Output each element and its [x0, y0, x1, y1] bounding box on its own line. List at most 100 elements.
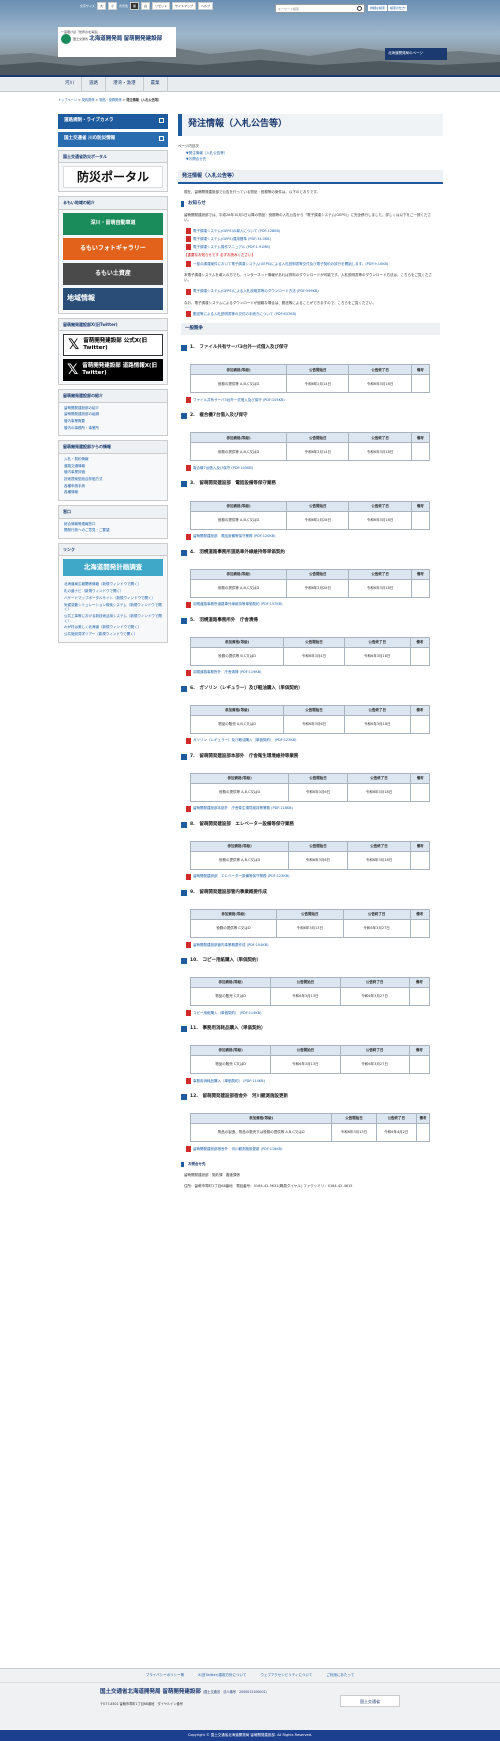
site-logo[interactable]: 一度覗けば「世界の北海道」 国土交通省 北海道開発局 留萌開発建設部	[58, 27, 176, 57]
table-header: 参加資格(等級)	[189, 772, 290, 784]
table-header: 公告終了日	[348, 568, 412, 580]
pdf-icon	[186, 737, 191, 744]
info-link[interactable]: 道路交通情報	[64, 464, 162, 469]
intro-link[interactable]: 管内の事務所・事業所	[64, 426, 162, 431]
tender-title: 9. 留萌開発建設部管内事業概要作成	[181, 890, 440, 896]
nav-item-road[interactable]: 道路	[82, 77, 106, 91]
pdf-link[interactable]: 電子調達システム(GEPS)運用基準 (PDF:34.0KB)	[186, 236, 435, 243]
pdf-link[interactable]: コピー用紙購入（単価契約） (PDF:114KB)	[186, 1009, 435, 1016]
intro-link[interactable]: 管内事業概要	[64, 419, 162, 424]
table-row: 役務の提供等 A,B,C又はD 令和6年2月14日 令和6年3月18日	[189, 374, 431, 394]
table-header: 公告終了日	[339, 1045, 410, 1056]
window-link[interactable]: 総合情報等連報窓口	[64, 522, 162, 527]
bousai-portal-banner[interactable]: 防災ポータル	[63, 166, 163, 189]
table-cell-note	[416, 1123, 430, 1143]
footer-link[interactable]: プライバシーポリシー等	[146, 1673, 184, 1678]
expressway-banner[interactable]: 深川・留萌自動車道	[63, 212, 163, 235]
intro-link[interactable]: 留萌開発建設部の紹介	[64, 406, 162, 411]
info-link[interactable]: 各種情報	[64, 490, 162, 495]
bg-white-button[interactable]: 白	[140, 2, 150, 11]
pdf-link[interactable]: 留萌開発建設部 電話設備等保守業務 (PDF:120KB)	[186, 533, 435, 540]
window-link[interactable]: 開発行政へのご意見・ご要望	[64, 528, 162, 533]
pdf-link-label: 羽幌道路事務所外 庁舎清掃 (PDF:119KB)	[193, 670, 262, 675]
pdf-link[interactable]: 郵送等による入札説明書等の交付の手続きについて (PDF:637KB)	[186, 311, 435, 318]
footer-link[interactable]: X(旧Twitter)運用方針について	[198, 1673, 246, 1678]
region-box: るもい地域の紹介 深川・留萌自動車道 るもいフォトギャラリー るもい土資産 地域…	[58, 196, 168, 314]
sitemap-link[interactable]: サイトマップ	[172, 2, 197, 11]
table-header: 備考	[410, 432, 431, 444]
pdf-link[interactable]: 電子調達システム(GEPS)による入札説明書等のダウンロード方法 (PDF:59…	[186, 288, 435, 295]
table-header: 参加資格(等級)	[189, 704, 285, 716]
help-link[interactable]: ヘルプ	[198, 2, 214, 11]
external-link[interactable]: 公共施設見学ツアー（新規ウィンドウで開く）	[64, 632, 162, 637]
info-link[interactable]: 各種申請手続	[64, 484, 162, 489]
pdf-icon	[186, 1146, 191, 1153]
pdf-link[interactable]: 留萌開発建設部 エレベーター設備等保守業務 (PDF:123KB)	[186, 873, 435, 880]
font-large-button[interactable]: 大	[96, 2, 106, 11]
river-disaster-button[interactable]: 国土交通省 川の防災情報	[58, 132, 168, 147]
toc-link[interactable]: ▼ 発注情報（入札公告等）	[186, 151, 435, 156]
info-link[interactable]: 入札・契約情報	[64, 457, 162, 462]
pdf-link-label: 郵送等による入札説明書等の交付の手続きについて (PDF:637KB)	[193, 311, 297, 316]
pdf-link[interactable]: ファイル共有サーバ3台外一式借入及び保守 (PDF:105KB)	[186, 397, 435, 404]
nav-item-river[interactable]: 河川	[58, 77, 82, 91]
external-link[interactable]: 北海道局広報関係情報（新規ウィンドウで開く）	[64, 582, 162, 587]
external-link[interactable]: ハザードマップポータルサイト（新規ウィンドウで開く）	[64, 596, 162, 601]
contact-heading: お問合せ先	[181, 1162, 440, 1167]
intro-link[interactable]: 留萌開発建設部の組織	[64, 412, 162, 417]
bg-black-button[interactable]: 黒	[129, 2, 139, 11]
dial-in-link[interactable]: ダイヤルイン番号	[158, 1702, 183, 1706]
dev-plan-banner[interactable]: 北海道開発計画調査	[63, 559, 163, 577]
mlit-logo[interactable]: 国土交通省	[340, 1695, 400, 1707]
pdf-link[interactable]: 留萌開発建設部宿舎外 河川観測施設更新 (PDF:118KB)	[186, 1146, 435, 1153]
advanced-search-link[interactable]: 詳細な検索	[368, 5, 388, 12]
pdf-link[interactable]: 事務用消耗品購入（単価契約） (PDF:114KB)	[186, 1078, 435, 1084]
bureau-page-banner[interactable]: 北海道開発局のページ	[385, 48, 447, 60]
road-x-banner[interactable]: 𝕏 留萌開発建設部 道路情報X(旧Twitter)	[63, 359, 163, 382]
nav-item-agriculture[interactable]: 農業	[144, 77, 168, 91]
pdf-link[interactable]: 一部の調達案件において電子調達システム(GEPS)による入札説明書等交付及び電子…	[186, 261, 435, 268]
intro-heading: 留萌開発建設部の紹介	[59, 390, 167, 403]
tender-title: 8. 留萌開発建設部 エレベーター設備等保守業務	[181, 822, 440, 828]
external-link[interactable]: 公共工事等における新技術活用システム（新規ウィンドウで開く）	[64, 614, 162, 623]
pdf-link[interactable]: 複合機7台借入及び保守 (PDF:105KB)	[186, 465, 435, 472]
search-input[interactable]: キーワード検索	[275, 4, 365, 13]
pdf-link[interactable]: 羽幌道路事務所道路車外線維持等単価契約 (PDF:157KB)	[186, 601, 435, 608]
search-links: 詳細な検索 検索の仕方	[368, 5, 408, 12]
pdf-link[interactable]: 電子調達システム(GEPS)の導入について (PDF:128KB)	[186, 228, 435, 235]
breadcrumb-top[interactable]: トップページ	[58, 98, 77, 102]
how-to-search-link[interactable]: 検索の仕方	[388, 5, 408, 12]
font-small-button[interactable]: 小	[107, 2, 117, 11]
breadcrumb-contract[interactable]: 契約関係	[82, 98, 95, 102]
external-link[interactable]: 札の道ナビ（新規ウィンドウで開く）	[64, 589, 162, 594]
nav-item-port[interactable]: 港湾・漁港	[106, 77, 144, 91]
search-icon[interactable]	[357, 6, 362, 11]
external-link[interactable]: わが村は美しく北海道（新規ウィンドウで開く）	[64, 625, 162, 630]
pdf-link[interactable]: 留萌開発建設部管内事業概要作成 (PDF:104KB)	[186, 941, 435, 948]
pdf-link[interactable]: 留萌開発建設部本部外 庁舎衛生環境維持等業務 (PDF:118KB)	[186, 805, 435, 812]
pdf-link[interactable]: 電子調達システム操作マニュアル (PDF:1.91MB)	[186, 244, 435, 251]
table-header: 公告開始日	[331, 1113, 377, 1125]
tender-title: 12. 留萌開発建設部宿舎外 河川観測施設更新	[181, 1094, 440, 1101]
reset-button[interactable]: リセット	[152, 2, 171, 11]
pdf-link[interactable]: 羽幌道路事務所外 庁舎清掃 (PDF:119KB)	[186, 669, 435, 676]
tender-table: 参加資格(等級) 公告開始日 公告終了日 備考 役務の提供等 A,B,C又はD 令和6年2…	[189, 432, 431, 462]
info-link[interactable]: 技術提案型総合評価方式	[64, 477, 162, 482]
footer-link[interactable]: ウェブアクセシビリティについて	[260, 1673, 312, 1678]
footer-link[interactable]: ご利用にあたって	[326, 1673, 354, 1678]
pdf-link-label: 複合機7台借入及び保守 (PDF:105KB)	[193, 466, 254, 471]
info-link[interactable]: 管内事業評価	[64, 470, 162, 475]
breadcrumb: トップページ > 契約関係 > 物品・役務関係 > 発注情報（入札公告等）	[58, 98, 162, 102]
civil-assets-banner[interactable]: るもい土資産	[63, 262, 163, 285]
toc-link[interactable]: ▼ お問合せ先	[186, 157, 435, 162]
table-header: 公告開始日	[286, 364, 350, 376]
road-camera-button[interactable]: 道路規制・ライブカメラ	[58, 114, 168, 129]
table-cell-end: 令和6年3月18日	[348, 510, 412, 530]
regional-info-banner[interactable]: 地域情報	[63, 287, 163, 310]
breadcrumb-goods[interactable]: 物品・役務関係	[99, 98, 121, 102]
page-title: 発注情報（入札公告等）	[178, 114, 443, 136]
pdf-link[interactable]: ガソリン（レギュラー）及び軽油購入（単価契約） (PDF:123KB)	[186, 737, 435, 744]
official-x-banner[interactable]: 𝕏 留萌開発建設部 公式X(旧 Twitter)	[63, 334, 163, 357]
photo-gallery-banner[interactable]: るもいフォトギャラリー	[63, 237, 163, 260]
external-link[interactable]: 気候変動シミュレーション検索システム（新規ウィンドウで開く）	[64, 603, 162, 612]
